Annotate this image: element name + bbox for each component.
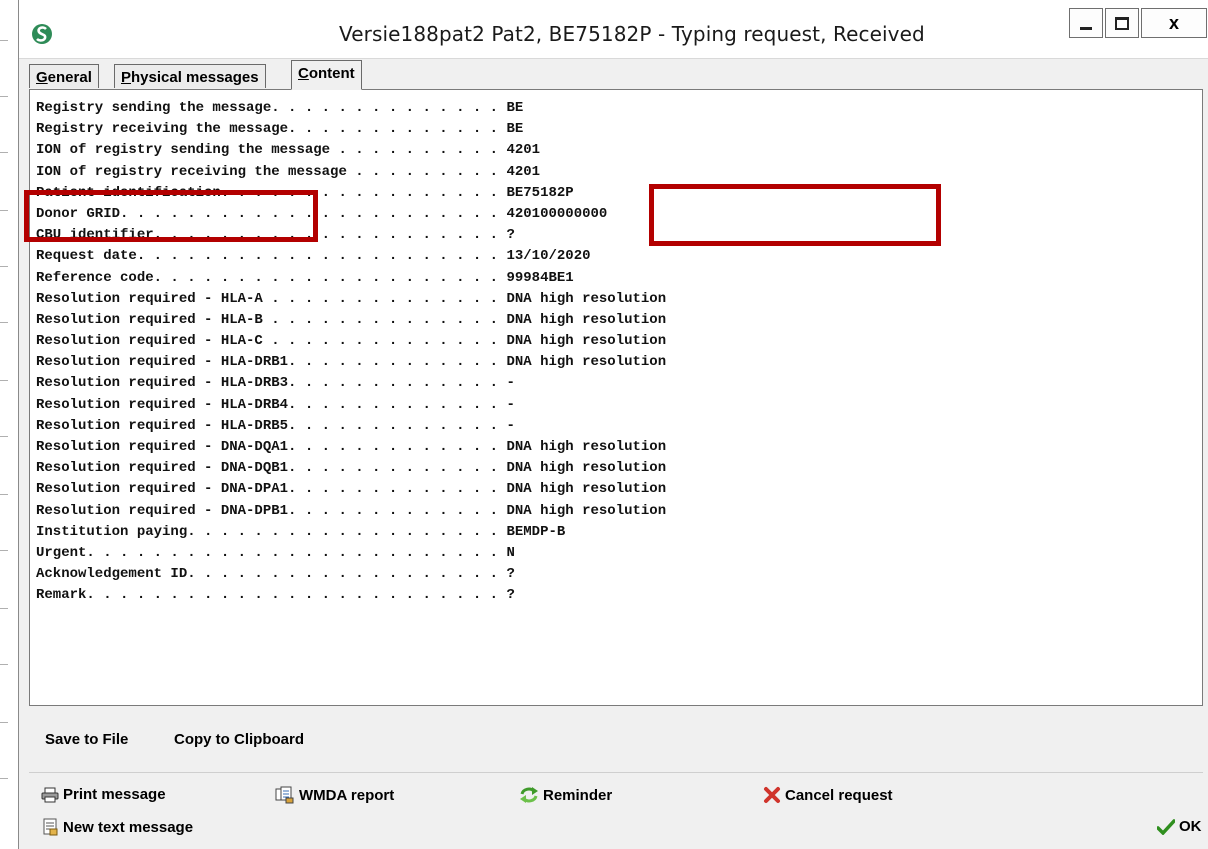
highlight-box-values [649, 184, 941, 246]
message-field-row: Registry sending the message. . . . . . … [36, 100, 524, 116]
message-field-row: Resolution required - DNA-DQB1. . . . . … [36, 460, 667, 477]
checkmark-icon [1157, 818, 1175, 835]
title-bar[interactable]: Versie188pat2 Pat2, BE75182P - Typing re… [19, 0, 1208, 59]
message-field-row: Resolution required - HLA-DRB3. . . . . … [36, 375, 515, 392]
message-field-row: Acknowledgement ID. . . . . . . . . . . … [36, 566, 515, 583]
window-title: Versie188pat2 Pat2, BE75182P - Typing re… [339, 22, 925, 46]
message-field-row: Resolution required - DNA-DPB1. . . . . … [36, 502, 667, 519]
message-field-row: ION of registry sending the message . . … [36, 142, 541, 159]
divider [29, 772, 1203, 773]
report-icon [275, 786, 294, 804]
message-fields-list: Registry sending the message. . . . . . … [36, 98, 666, 607]
printer-icon [41, 787, 59, 802]
red-x-icon [764, 787, 780, 803]
message-field-row: Resolution required - HLA-DRB4. . . . . … [36, 396, 515, 413]
message-field-row: Resolution required - DNA-DPA1. . . . . … [36, 481, 667, 498]
typing-request-window: Versie188pat2 Pat2, BE75182P - Typing re… [18, 0, 1208, 849]
message-field-row: Registry receiving the message. . . . . … [36, 121, 524, 138]
maximize-icon [1115, 16, 1129, 30]
refresh-arrows-icon [520, 787, 538, 803]
tab-physical-messages[interactable]: Physical messages [114, 64, 266, 88]
close-button[interactable]: x [1141, 8, 1207, 38]
close-icon: x [1168, 12, 1179, 33]
message-field-row: Resolution required - HLA-DRB5. . . . . … [36, 417, 515, 434]
message-field-row: Resolution required - HLA-B . . . . . . … [36, 311, 667, 328]
copy-to-clipboard-button[interactable]: Copy to Clipboard [174, 731, 304, 748]
tab-content[interactable]: Content [291, 60, 362, 90]
maximize-button[interactable] [1105, 8, 1139, 38]
message-field-row: Reference code. . . . . . . . . . . . . … [36, 269, 574, 286]
message-field-row: Resolution required - DNA-DQA1. . . . . … [36, 439, 667, 455]
message-field-row: Resolution required - HLA-DRB1. . . . . … [36, 354, 667, 371]
message-field-row: CBU identifier. . . . . . . . . . . . . … [36, 227, 515, 244]
app-logo-icon [32, 24, 52, 44]
message-field-row: Resolution required - HLA-C . . . . . . … [36, 333, 667, 350]
tab-general[interactable]: General [29, 64, 99, 88]
message-field-row: Remark. . . . . . . . . . . . . . . . . … [36, 587, 515, 604]
wmda-report-button[interactable]: WMDA report [275, 786, 394, 804]
new-text-message-button[interactable]: New text message [41, 818, 193, 836]
message-field-row: Request date. . . . . . . . . . . . . . … [36, 248, 591, 265]
reminder-button[interactable]: Reminder [519, 786, 612, 804]
background-window-strip [0, 0, 19, 849]
message-field-row: Institution paying. . . . . . . . . . . … [36, 523, 566, 540]
cancel-request-button[interactable]: Cancel request [763, 786, 893, 804]
message-field-row: Resolution required - HLA-A . . . . . . … [36, 290, 667, 307]
message-content-panel[interactable]: Registry sending the message. . . . . . … [24, 89, 1203, 706]
message-field-row: ION of registry receiving the message . … [36, 163, 541, 180]
ok-button[interactable]: OK [1157, 818, 1202, 835]
print-message-button[interactable]: Print message [41, 786, 166, 803]
message-field-row: Donor GRID. . . . . . . . . . . . . . . … [36, 205, 608, 222]
save-to-file-button[interactable]: Save to File [45, 731, 128, 748]
message-field-row: Patient identification. . . . . . . . . … [36, 184, 574, 201]
minimize-button[interactable] [1069, 8, 1103, 38]
message-field-row: Urgent. . . . . . . . . . . . . . . . . … [36, 544, 515, 561]
minimize-icon [1080, 26, 1092, 30]
text-document-icon [43, 818, 58, 836]
